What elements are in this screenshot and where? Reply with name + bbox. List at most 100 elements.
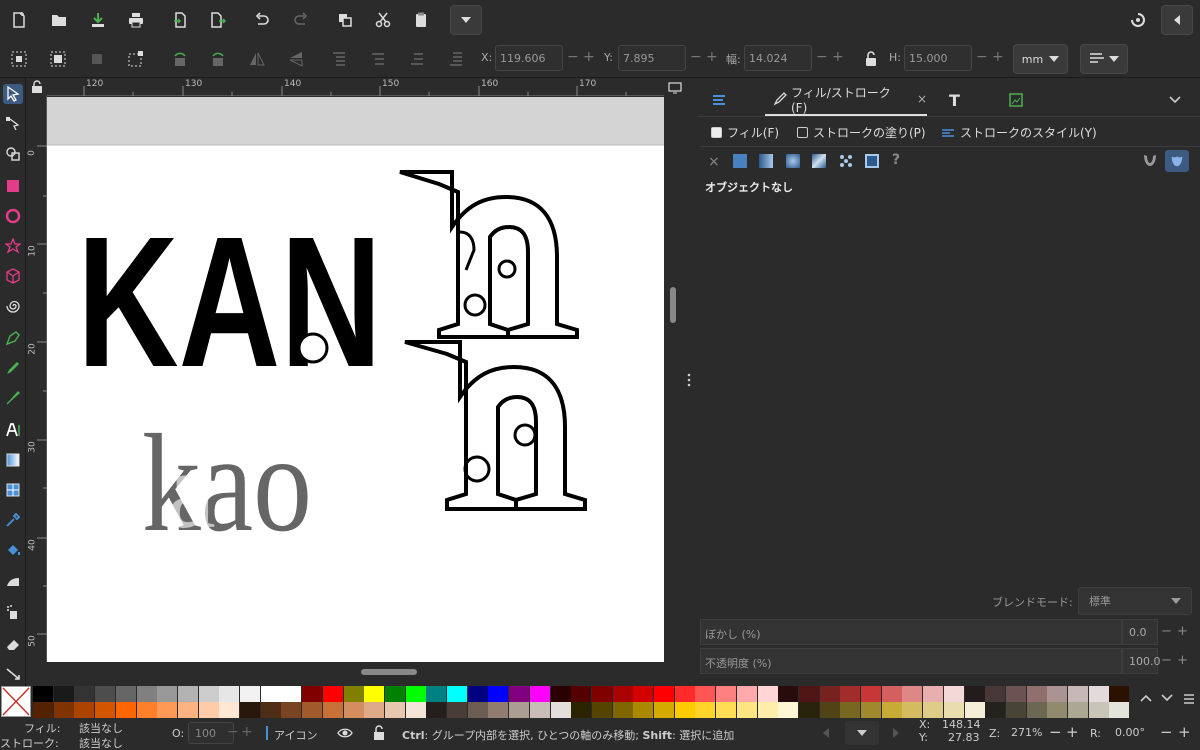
fill-stroke-tab[interactable]: フィル/ストローク(F) × (765, 84, 927, 116)
color-swatch[interactable] (674, 702, 695, 718)
y-decrement[interactable]: − (690, 49, 702, 65)
color-swatch[interactable] (943, 686, 964, 702)
color-swatch[interactable] (509, 702, 530, 718)
color-swatch[interactable] (1109, 686, 1130, 702)
color-swatch[interactable] (1047, 686, 1068, 702)
rotate-field[interactable]: 0.00° (1107, 722, 1157, 744)
color-swatch[interactable] (881, 686, 902, 702)
node-tool-icon[interactable] (3, 114, 23, 134)
radial-gradient-icon[interactable] (786, 154, 800, 168)
color-swatch[interactable] (322, 686, 343, 702)
tweak-tool-icon[interactable] (3, 572, 23, 592)
swatch-icon[interactable] (865, 154, 879, 168)
color-swatch[interactable] (426, 686, 447, 702)
color-swatch[interactable] (405, 686, 426, 702)
more-commands-dropdown[interactable] (450, 5, 482, 35)
color-swatch[interactable] (157, 702, 178, 718)
color-swatch[interactable] (550, 702, 571, 718)
color-swatch[interactable] (1026, 686, 1047, 702)
color-swatch[interactable] (964, 686, 985, 702)
mesh-gradient-icon[interactable] (812, 154, 826, 168)
rotate-cw-button[interactable]: + (1178, 723, 1191, 741)
color-swatch[interactable] (757, 686, 778, 702)
color-swatch[interactable] (1005, 702, 1026, 718)
copy-icon[interactable] (331, 6, 359, 34)
x-decrement[interactable]: − (567, 49, 579, 65)
color-swatch[interactable] (736, 702, 757, 718)
color-swatch[interactable] (923, 686, 944, 702)
blend-mode-dropdown[interactable]: 標準 (1078, 587, 1192, 615)
y-field[interactable]: 7.895 (618, 45, 686, 71)
color-swatch[interactable] (302, 702, 323, 718)
opacity-value[interactable]: 100.0 (1122, 648, 1161, 674)
color-swatch[interactable] (302, 686, 323, 702)
rotate-cw-icon[interactable] (204, 45, 232, 73)
blur-increment[interactable]: + (1177, 624, 1188, 639)
fill-rule-nonzero-icon[interactable] (1165, 150, 1189, 172)
redo-icon[interactable] (287, 6, 315, 34)
color-swatch[interactable] (612, 702, 633, 718)
rotate-ccw-button[interactable]: − (1160, 723, 1173, 741)
selector-tool-icon[interactable] (3, 84, 23, 104)
color-swatch[interactable] (364, 702, 385, 718)
width-increment[interactable]: + (832, 49, 844, 65)
layer-dropdown[interactable] (845, 721, 879, 745)
raise-icon[interactable] (364, 45, 392, 73)
pattern-icon[interactable] (839, 154, 853, 168)
height-increment[interactable]: + (992, 49, 1004, 65)
gradient-tool-icon[interactable] (3, 450, 23, 470)
color-swatch[interactable] (343, 686, 364, 702)
color-swatch[interactable] (219, 702, 240, 718)
color-swatch[interactable] (33, 686, 53, 702)
color-swatch[interactable] (861, 686, 881, 702)
color-swatch[interactable] (716, 686, 737, 702)
dropper-tool-icon[interactable] (3, 510, 23, 530)
color-swatch[interactable] (260, 686, 281, 702)
color-swatch[interactable] (902, 702, 923, 718)
color-swatch[interactable] (240, 686, 260, 702)
select-all-layers-icon[interactable] (44, 45, 72, 73)
color-swatch[interactable] (384, 686, 405, 702)
color-swatch[interactable] (985, 686, 1006, 702)
color-swatch[interactable] (488, 686, 509, 702)
close-tab-icon[interactable]: × (917, 92, 927, 106)
color-swatch[interactable] (1088, 702, 1109, 718)
stroke-paint-subtab[interactable]: ストロークの塗り(P) (797, 124, 926, 141)
color-swatch[interactable] (74, 686, 95, 702)
width-decrement[interactable]: − (816, 49, 828, 65)
unset-paint-icon[interactable]: ? (892, 152, 900, 168)
vertical-scrollbar[interactable] (670, 287, 676, 323)
paste-icon[interactable] (407, 6, 435, 34)
lower-icon[interactable] (403, 45, 431, 73)
raise-to-top-icon[interactable] (325, 45, 353, 73)
color-swatch[interactable] (177, 686, 198, 702)
opacity-increment[interactable]: + (1177, 653, 1188, 668)
color-swatch[interactable] (95, 702, 116, 718)
text-tool-icon[interactable] (3, 420, 23, 440)
select-all-icon[interactable] (5, 45, 33, 73)
color-swatch[interactable] (426, 702, 447, 718)
lower-to-bottom-icon[interactable] (442, 45, 470, 73)
blur-slider[interactable]: ぼかし (%) (700, 619, 1122, 645)
mesh-tool-icon[interactable] (3, 480, 23, 500)
export-panel-tab[interactable] (1009, 84, 1033, 116)
color-swatch[interactable] (695, 702, 716, 718)
flat-color-icon[interactable] (733, 154, 747, 168)
color-swatch[interactable] (1088, 686, 1109, 702)
layer-visibility-icon[interactable] (337, 726, 353, 740)
color-swatch[interactable] (177, 702, 198, 718)
width-field[interactable]: 14.024 (744, 45, 812, 71)
color-swatch[interactable] (612, 686, 633, 702)
color-swatch[interactable] (447, 686, 467, 702)
color-swatch[interactable] (322, 702, 343, 718)
linear-gradient-icon[interactable] (759, 154, 773, 168)
color-swatch[interactable] (488, 702, 509, 718)
color-swatch[interactable] (405, 702, 426, 718)
color-swatch[interactable] (281, 702, 302, 718)
color-swatch[interactable] (861, 702, 881, 718)
color-swatch[interactable] (447, 702, 467, 718)
color-swatch[interactable] (798, 702, 819, 718)
no-color-swatch[interactable] (1, 686, 31, 717)
color-swatch[interactable] (840, 702, 861, 718)
height-field[interactable]: 15.000 (904, 45, 972, 71)
